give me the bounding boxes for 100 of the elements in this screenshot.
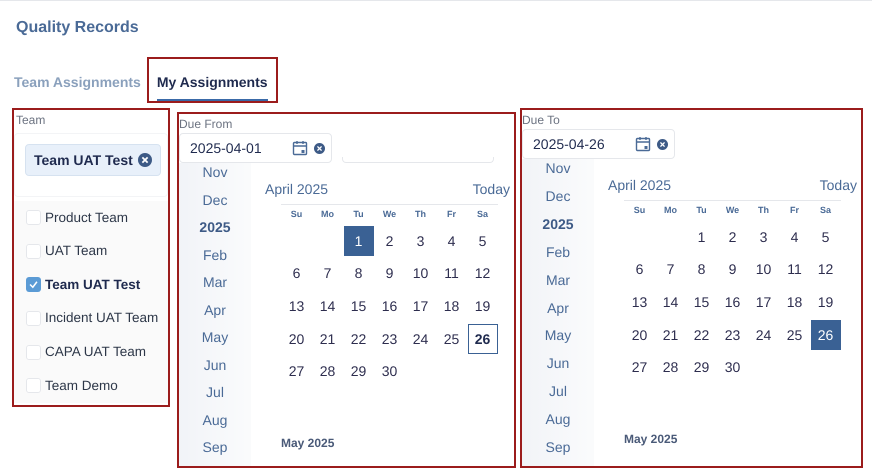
option-label[interactable]: UAT Team	[45, 241, 108, 262]
calendar-day[interactable]: 21	[656, 320, 686, 350]
month-item[interactable]: Nov	[202, 163, 228, 191]
month-item[interactable]: Aug	[202, 410, 228, 438]
calendar-day[interactable]: 29	[344, 356, 374, 387]
month-item[interactable]: Mar	[202, 273, 228, 301]
calendar-day[interactable]: 6	[282, 258, 312, 289]
calendar-icon[interactable]	[635, 136, 651, 152]
calendar-day[interactable]: 13	[624, 287, 654, 318]
multiselect-field[interactable]: Team UAT Test	[14, 133, 168, 197]
calendar-day[interactable]: 5	[810, 222, 840, 252]
checkbox[interactable]	[26, 378, 41, 394]
calendar-day[interactable]: 7	[312, 258, 342, 289]
checkbox[interactable]	[26, 210, 41, 226]
calendar-day[interactable]: 29	[686, 352, 716, 383]
option-label[interactable]: Incident UAT Team	[45, 308, 158, 329]
input-field[interactable]	[342, 157, 494, 163]
calendar-day[interactable]: 8	[344, 258, 374, 289]
calendar-day[interactable]: 15	[686, 287, 716, 318]
calendar-day[interactable]: 15	[344, 291, 374, 322]
calendar-day[interactable]: 30	[718, 352, 748, 383]
calendar-day[interactable]: 20	[624, 320, 654, 350]
calendar-day[interactable]: 30	[374, 356, 404, 387]
month-item[interactable]: Feb	[546, 242, 570, 271]
calendar-day[interactable]: 17	[406, 291, 436, 322]
checkbox[interactable]	[26, 277, 41, 292]
calendar-day[interactable]: 16	[374, 291, 404, 322]
tab[interactable]: My Assignments	[146, 57, 278, 103]
month-item[interactable]: Jun	[204, 356, 226, 384]
calendar-day[interactable]: 28	[656, 352, 686, 383]
option-label[interactable]: Team UAT Test	[45, 274, 140, 296]
month-item[interactable]: Feb	[202, 246, 228, 274]
calendar-day[interactable]: 23	[374, 324, 404, 354]
month-item[interactable]: Mar	[546, 270, 570, 299]
calendar-day[interactable]: 14	[312, 291, 342, 322]
month-item[interactable]: Aug	[546, 410, 570, 438]
calendar-day[interactable]: 24	[748, 320, 778, 350]
calendar-day[interactable]: 18	[780, 287, 810, 318]
calendar-day[interactable]: 2	[718, 222, 748, 252]
clear-icon[interactable]	[657, 138, 668, 150]
selected-chip[interactable]: Team UAT Test	[25, 144, 161, 176]
calendar-day[interactable]: 12	[468, 258, 498, 289]
month-item[interactable]: Dec	[202, 190, 228, 218]
calendar-day[interactable]: 28	[312, 356, 342, 387]
month-item[interactable]: Nov	[546, 159, 570, 187]
calendar-day[interactable]: 8	[686, 254, 716, 285]
calendar-day[interactable]: 14	[656, 287, 686, 318]
calendar-day[interactable]: 27	[282, 356, 312, 387]
calendar-day[interactable]: 26	[810, 320, 840, 350]
option-label[interactable]: Team Demo	[45, 376, 118, 396]
calendar-day[interactable]: 11	[780, 254, 810, 285]
calendar-day[interactable]: 7	[656, 254, 686, 285]
calendar-day[interactable]: 9	[374, 258, 404, 289]
month-item[interactable]: May	[544, 326, 572, 354]
calendar-day[interactable]: 4	[780, 222, 810, 252]
calendar-day[interactable]: 22	[686, 320, 716, 350]
calendar-day[interactable]: 23	[718, 320, 748, 350]
month-item[interactable]: Apr	[547, 298, 569, 326]
month-item[interactable]: Jun	[546, 354, 570, 382]
calendar-day[interactable]: 22	[344, 324, 374, 354]
month-item[interactable]: Sep	[546, 438, 570, 466]
calendar-day[interactable]: 20	[282, 324, 312, 354]
checkbox[interactable]	[26, 311, 41, 326]
calendar-day[interactable]: 25	[780, 320, 810, 350]
checkbox[interactable]	[26, 244, 41, 259]
calendar-day[interactable]: 6	[624, 254, 654, 285]
calendar-day[interactable]: 24	[406, 324, 436, 354]
month-item[interactable]: Dec	[546, 186, 570, 215]
calendar-day[interactable]: 21	[312, 324, 342, 354]
calendar-day[interactable]: 10	[748, 254, 778, 285]
calendar-day[interactable]: 16	[718, 287, 748, 318]
calendar-day[interactable]: 11	[436, 258, 466, 289]
today-link[interactable]: Today	[820, 174, 857, 196]
calendar-day[interactable]: 10	[406, 258, 436, 289]
month-item[interactable]: Jul	[206, 383, 224, 411]
month-item[interactable]: Jul	[549, 382, 567, 410]
calendar-day[interactable]: 3	[406, 226, 436, 256]
calendar-day[interactable]: 3	[748, 222, 778, 252]
checkbox[interactable]	[26, 344, 41, 360]
today-link[interactable]: Today	[472, 178, 510, 200]
date-input-field[interactable]: 2025-04-26	[522, 129, 675, 159]
calendar-day[interactable]: 18	[436, 291, 466, 322]
calendar-day[interactable]: 2	[374, 226, 404, 256]
calendar-day[interactable]: 25	[436, 324, 466, 354]
option-label[interactable]: Product Team	[45, 208, 128, 228]
date-input-field[interactable]: 2025-04-01	[179, 133, 332, 163]
calendar-day[interactable]: 19	[468, 291, 498, 322]
calendar-icon[interactable]	[292, 140, 308, 156]
calendar-day[interactable]: 19	[810, 287, 840, 318]
month-item[interactable]: 2025	[199, 218, 231, 246]
month-item[interactable]: Apr	[204, 300, 226, 328]
option-label[interactable]: CAPA UAT Team	[45, 342, 146, 362]
calendar-day[interactable]: 13	[282, 291, 312, 322]
month-item[interactable]: Sep	[202, 438, 228, 466]
clear-icon[interactable]	[138, 153, 152, 167]
month-item[interactable]: 2025	[542, 214, 574, 243]
calendar-day[interactable]: 12	[810, 254, 840, 285]
calendar-day[interactable]: 1	[344, 226, 374, 256]
calendar-day[interactable]: 9	[718, 254, 748, 285]
calendar-day[interactable]: 1	[686, 222, 716, 252]
